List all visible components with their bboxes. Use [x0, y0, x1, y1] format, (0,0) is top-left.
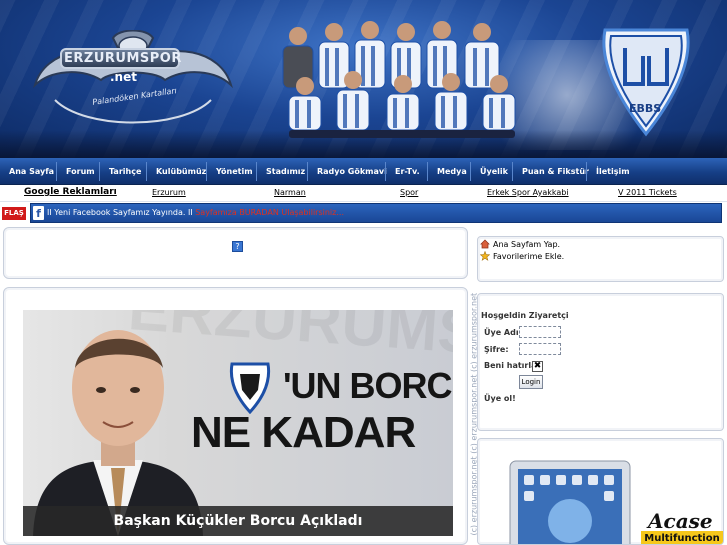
main-navigation: Ana Sayfa Forum Tarihçe Kulübümüz Yöneti… [0, 158, 727, 185]
register-link[interactable]: Üye ol! [484, 394, 516, 403]
set-homepage-label: Ana Sayfam Yap. [493, 240, 561, 249]
nav-separator [146, 162, 147, 181]
nav-item-medya[interactable]: Medya [437, 158, 467, 185]
username-field[interactable] [519, 326, 561, 338]
google-ads-bar: Google Reklamları Erzurum Narman Spor Er… [0, 185, 727, 202]
add-favorites-label: Favorilerime Ekle. [493, 252, 565, 261]
nav-separator [99, 162, 100, 181]
tablet-product-image [509, 460, 631, 544]
ad-brand-logo: Acase [648, 509, 713, 533]
nav-item-radyo-gokmavi[interactable]: Radyo Gökmavi [317, 158, 387, 185]
nav-item-ana-sayfa[interactable]: Ana Sayfa [9, 158, 54, 185]
crest-label: EBBS [629, 102, 662, 115]
nav-item-yonetim[interactable]: Yönetim [216, 158, 253, 185]
club-crest [602, 28, 690, 137]
team-photo [282, 21, 516, 138]
ticker-highlight-link[interactable]: Sayfamıza BURADAN Ulaşabilirsiniz... [195, 208, 344, 217]
ads-title[interactable]: Google Reklamları [24, 185, 117, 202]
club-badge-icon [229, 362, 271, 414]
person-portrait [33, 330, 203, 536]
facebook-icon: f [33, 206, 44, 220]
nav-separator [56, 162, 57, 181]
ad-link[interactable]: Narman [274, 185, 306, 202]
login-button[interactable]: Login [519, 375, 543, 389]
ad-badge: Multifunction [641, 531, 723, 544]
nav-separator [427, 162, 428, 181]
add-favorites-link[interactable]: Favorilerime Ekle. [480, 251, 564, 263]
ad-link[interactable]: Erkek Spor Ayakkabi [487, 185, 569, 202]
home-icon [480, 239, 490, 249]
nav-item-kulubumuz[interactable]: Kulübümüz [156, 158, 206, 185]
nav-item-er-tv[interactable]: Er-Tv. [395, 158, 420, 185]
nav-separator [307, 162, 308, 181]
ad-link[interactable]: Spor [400, 185, 418, 202]
headline-line-1: 'UN BORCU [283, 365, 453, 406]
nav-item-uyelik[interactable]: Üyelik [480, 158, 508, 185]
nav-item-iletisim[interactable]: İletişim [596, 158, 630, 185]
nav-item-stadimiz[interactable]: Stadımız [266, 158, 305, 185]
ticker-text[interactable]: II Yeni Facebook Sayfamız Yayında. II Sa… [47, 204, 344, 222]
site-logo[interactable] [15, 30, 250, 140]
help-icon[interactable]: ? [232, 241, 243, 252]
logo-domain: .net [110, 70, 137, 84]
nav-item-tarihce[interactable]: Tarihçe [109, 158, 141, 185]
ad-link[interactable]: Erzurum [152, 185, 186, 202]
top-content-panel: ? [3, 227, 468, 279]
flash-badge: FLAŞ [2, 207, 26, 220]
featured-news-image[interactable]: ERZURUMSPOR 'UN BORCU NE KADAR Başkan Kü… [23, 310, 453, 536]
password-field[interactable] [519, 343, 561, 355]
site-header: ERZURUMSPOR .net Palandöken Kartalları E… [0, 0, 727, 158]
headline-line-2: NE KADAR [191, 408, 416, 457]
nav-separator [256, 162, 257, 181]
username-label: Üye Adı: [484, 328, 522, 337]
flash-news-bar: FLAŞ f II Yeni Facebook Sayfamız Yayında… [0, 202, 727, 223]
logo-wordmark: ERZURUMSPOR [60, 48, 181, 69]
nav-item-puan-fikstur[interactable]: Puan & Fikstür [522, 158, 589, 185]
nav-item-forum[interactable]: Forum [66, 158, 95, 185]
featured-news-panel: ERZURUMSPOR 'UN BORCU NE KADAR Başkan Kü… [3, 287, 468, 545]
ticker-message: II Yeni Facebook Sayfamız Yayında. II [47, 208, 193, 217]
nav-separator [470, 162, 471, 181]
ad-link[interactable]: V 2011 Tickets [618, 185, 677, 202]
quick-links-panel: Ana Sayfam Yap. Favorilerime Ekle. [477, 236, 724, 282]
password-label: Şifre: [484, 345, 509, 354]
nav-separator [385, 162, 386, 181]
nav-separator [586, 162, 587, 181]
set-homepage-link[interactable]: Ana Sayfam Yap. [480, 239, 560, 251]
news-caption[interactable]: Başkan Küçükler Borcu Açıkladı [23, 506, 453, 536]
sidebar-ad-banner[interactable]: Acase Multifunction [477, 438, 724, 545]
news-ticker[interactable]: f II Yeni Facebook Sayfamız Yayında. II … [30, 203, 722, 223]
remember-me-checkbox[interactable]: ✖ [532, 361, 543, 372]
nav-separator [206, 162, 207, 181]
nav-separator [512, 162, 513, 181]
login-panel: Hoşgeldin Ziyaretçi Üye Adı: Şifre: Beni… [477, 293, 724, 431]
star-icon [480, 251, 490, 261]
welcome-text: Hoşgeldin Ziyaretçi [481, 311, 569, 320]
